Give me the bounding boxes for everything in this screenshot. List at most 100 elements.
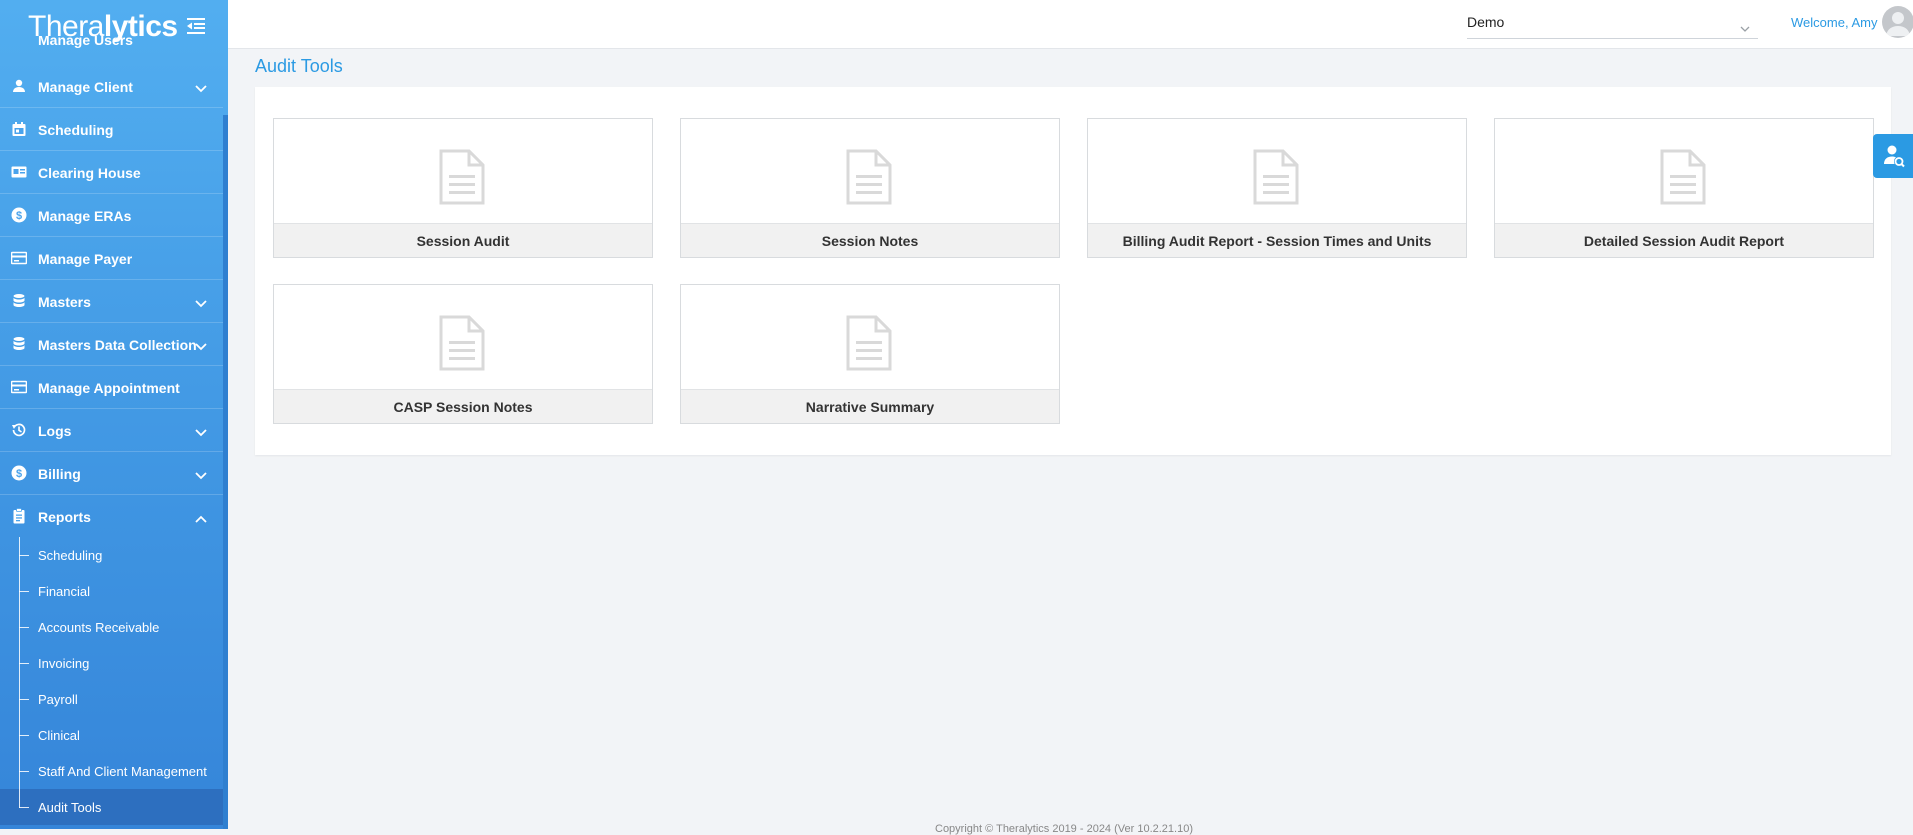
card-label: Detailed Session Audit Report [1583,233,1785,249]
sidebar-subitem-label: Staff And Client Management [38,764,207,779]
sidebar-subitem-label: Invoicing [38,656,90,671]
chevron-down-icon [195,81,207,93]
sidebar-subitem-invoicing[interactable]: Invoicing [0,645,223,681]
report-card-narrative-summary[interactable]: Narrative Summary [680,284,1060,424]
tree-branch [19,591,29,592]
tree-branch [19,555,29,556]
sidebar-item-manage-appointment[interactable]: Manage Appointment [0,366,223,409]
card-label: CASP Session Notes [393,399,533,415]
sidebar-item-label: Masters Data Collection [38,337,197,353]
sidebar-item-logs[interactable]: Logs [0,409,223,452]
dollar-icon: $ [11,207,27,223]
sidebar-subitem-label: Accounts Receivable [38,620,160,635]
sidebar-subitem-label: Financial [38,584,91,599]
sidebar-toggle-icon[interactable] [187,17,207,35]
sidebar-item-manage-users[interactable]: Manage Users [0,36,223,50]
person-icon [11,78,27,94]
sidebar-item-label: Manage Appointment [38,380,180,396]
calendar-icon [11,121,27,137]
sidebar-item-reports[interactable]: Reports [0,495,223,537]
card-label: Session Audit [416,233,510,249]
page-title: Audit Tools [255,56,343,76]
user-search-tab[interactable] [1873,134,1913,178]
audit-tools-panel: Session Audit Session Notes Billing Audi… [255,87,1891,455]
sidebar-scrollbar[interactable] [223,115,228,829]
sidebar-item-masters[interactable]: Masters [0,280,223,323]
sidebar-item-billing[interactable]: $ Billing [0,452,223,495]
card-footer: Detailed Session Audit Report [1495,223,1873,257]
chevron-up-icon [195,511,207,523]
tree-line [19,789,20,808]
document-icon [845,149,893,205]
footer-copyright: Copyright © Theralytics 2019 - 2024 (Ver… [935,823,1193,835]
sidebar-subitem-staff-and-client-management[interactable]: Staff And Client Management [0,753,223,789]
document-icon [1659,149,1707,205]
svg-text:$: $ [16,210,22,222]
sidebar-subitem-accounts-receivable[interactable]: Accounts Receivable [0,609,223,645]
sidebar-item-label: Masters [38,294,91,310]
sidebar-item-scheduling[interactable]: Scheduling [0,108,223,151]
chevron-down-icon [195,468,207,480]
top-header: Demo Welcome, Amy [228,0,1913,49]
card-label: Narrative Summary [805,399,935,415]
id-card-icon [11,164,27,180]
sidebar-subitem-payroll[interactable]: Payroll [0,681,223,717]
card-label: Session Notes [821,233,919,249]
tree-branch [19,627,29,628]
report-card-casp-session-notes[interactable]: CASP Session Notes [273,284,653,424]
sidebar-subitem-scheduling[interactable]: Scheduling [0,537,223,573]
tree-branch [19,699,29,700]
card-footer: CASP Session Notes [274,389,652,423]
card-label: Billing Audit Report - Session Times and… [1122,233,1432,249]
card-footer: Billing Audit Report - Session Times and… [1088,223,1466,257]
sidebar-item-label: Scheduling [38,122,114,138]
sidebar-subitem-label: Payroll [38,692,78,707]
report-card-session-audit[interactable]: Session Audit [273,118,653,258]
sidebar-item-label: Manage Client [38,79,133,95]
sidebar-menu: Manage Client Scheduling Clearing House … [0,65,223,825]
card-icon [10,250,28,266]
sidebar: Theralytics Manage Users Manage Client S… [0,0,228,829]
sidebar-subitem-clinical[interactable]: Clinical [0,717,223,753]
organization-select[interactable]: Demo [1467,10,1758,39]
document-icon [845,315,893,371]
reports-submenu: Scheduling Financial Accounts Receivable… [0,537,223,825]
organization-select-value: Demo [1467,14,1505,30]
database-icon [11,293,27,309]
sidebar-item-masters-data-collection[interactable]: Masters Data Collection [0,323,223,366]
sidebar-subitem-label: Clinical [38,728,80,743]
document-icon [1252,149,1300,205]
welcome-user-link[interactable]: Welcome, Amy [1791,15,1877,30]
sidebar-item-manage-eras[interactable]: $ Manage ERAs [0,194,223,237]
sidebar-item-label: Manage Payer [38,251,133,267]
sidebar-item-label: Clearing House [38,165,141,181]
clipboard-icon [11,508,27,524]
sidebar-subitem-label: Scheduling [38,548,103,563]
tree-branch [19,663,29,664]
document-icon [438,149,486,205]
card-footer: Session Audit [274,223,652,257]
sidebar-item-label: Reports [38,509,91,525]
database-icon [11,336,27,352]
sidebar-item-label: Billing [38,466,81,482]
chevron-down-icon [1740,20,1750,32]
chevron-down-icon [195,339,207,351]
dollar-icon: $ [11,465,27,481]
sidebar-subitem-label: Audit Tools [38,800,102,815]
sidebar-subitem-financial[interactable]: Financial [0,573,223,609]
report-card-session-notes[interactable]: Session Notes [680,118,1060,258]
chevron-down-icon [195,296,207,308]
card-footer: Session Notes [681,223,1059,257]
svg-text:$: $ [16,468,22,480]
tree-branch [19,807,29,808]
sidebar-item-manage-payer[interactable]: Manage Payer [0,237,223,280]
sidebar-subitem-audit-tools[interactable]: Audit Tools [0,789,223,825]
report-card-billing-audit-report[interactable]: Billing Audit Report - Session Times and… [1087,118,1467,258]
chevron-down-icon [195,425,207,437]
avatar[interactable] [1882,6,1913,38]
sidebar-item-clearing-house[interactable]: Clearing House [0,151,223,194]
report-card-detailed-session-audit-report[interactable]: Detailed Session Audit Report [1494,118,1874,258]
sidebar-item-manage-client[interactable]: Manage Client [0,65,223,108]
document-icon [438,315,486,371]
tree-branch [19,735,29,736]
